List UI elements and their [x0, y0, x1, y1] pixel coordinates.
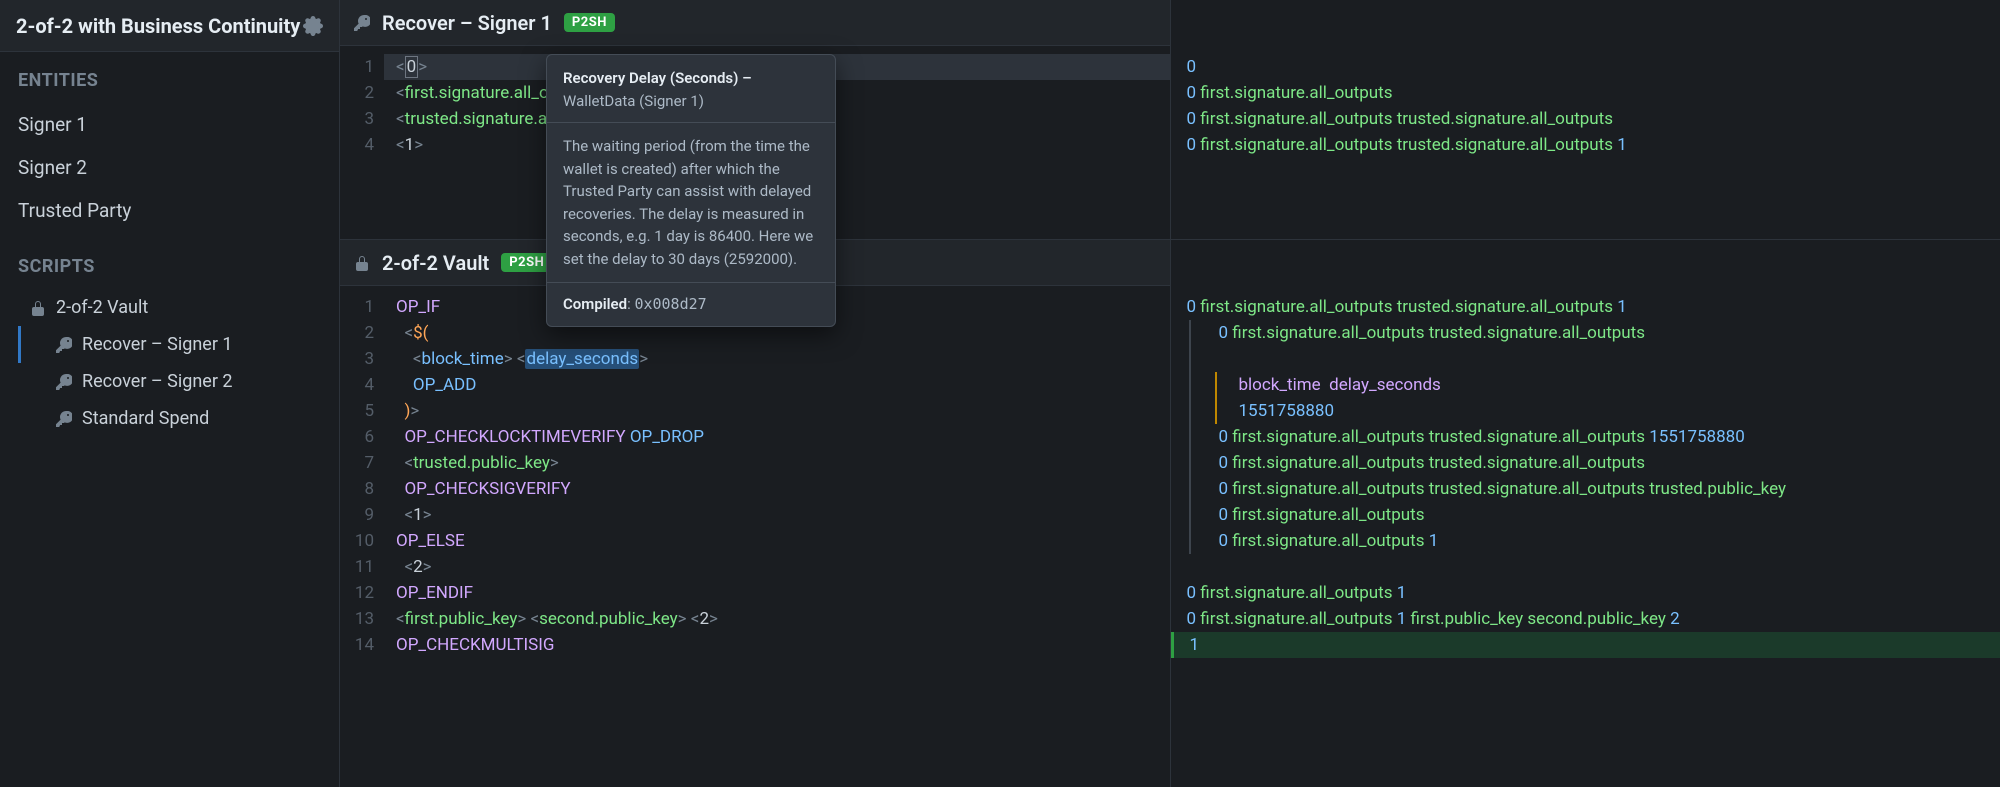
script-sub-label: Recover – Signer 2 — [82, 371, 233, 392]
app-root: 2-of-2 with Business Continuity ENTITIES… — [0, 0, 2000, 787]
top-editor-title: Recover – Signer 1 — [382, 11, 552, 35]
hover-tooltip: Recovery Delay (Seconds) – WalletData (S… — [546, 54, 836, 327]
stack-header-spacer — [1171, 0, 2000, 46]
top-stack-trace[interactable]: 00 first.signature.all_outputs0 first.si… — [1171, 46, 2000, 239]
line-gutter: 1234 — [340, 46, 384, 239]
key-icon — [56, 411, 72, 427]
script-sub-label: Standard Spend — [82, 408, 209, 429]
tooltip-footer: Compiled: 0x008d27 — [547, 283, 835, 326]
entity-signer-2[interactable]: Signer 2 — [0, 146, 339, 189]
bottom-editor[interactable]: 1234567891011121314 OP_IF <$( <block_tim… — [340, 286, 1170, 787]
tooltip-header: Recovery Delay (Seconds) – WalletData (S… — [547, 55, 835, 123]
sidebar: 2-of-2 with Business Continuity ENTITIES… — [0, 0, 340, 787]
tooltip-subtitle: WalletData (Signer 1) — [563, 92, 704, 110]
top-pane: Recover – Signer 1 P2SH 1234 <0> <first.… — [340, 0, 2000, 240]
scripts-section: SCRIPTS 2-of-2 Vault Recover – Signer 1 … — [0, 238, 339, 443]
top-stack-pane: 00 first.signature.all_outputs0 first.si… — [1171, 0, 2000, 239]
bottom-stack-trace[interactable]: 0 first.signature.all_outputs trusted.si… — [1171, 286, 2000, 787]
lock-icon — [30, 300, 46, 316]
key-icon — [56, 374, 72, 390]
script-standard-spend[interactable]: Standard Spend — [0, 400, 339, 437]
stack-header-spacer — [1171, 240, 2000, 286]
compiled-value: 0x008d27 — [634, 295, 706, 313]
script-recover-signer-2[interactable]: Recover – Signer 2 — [0, 363, 339, 400]
gear-icon[interactable] — [303, 16, 323, 36]
code-area[interactable]: OP_IF <$( <block_time> <delay_seconds> O… — [384, 286, 1170, 787]
lock-icon — [354, 255, 370, 271]
script-root-vault[interactable]: 2-of-2 Vault — [0, 289, 339, 326]
bottom-editor-title: 2-of-2 Vault — [382, 251, 489, 275]
script-root-label: 2-of-2 Vault — [56, 297, 148, 318]
bottom-stack-pane: 0 first.signature.all_outputs trusted.si… — [1171, 240, 2000, 787]
tooltip-title: Recovery Delay (Seconds) – — [563, 69, 752, 87]
sidebar-header: 2-of-2 with Business Continuity — [0, 0, 339, 52]
key-icon — [354, 15, 370, 31]
line-gutter: 1234567891011121314 — [340, 286, 384, 787]
tooltip-body: The waiting period (from the time the wa… — [547, 123, 835, 283]
main-area: Recover – Signer 1 P2SH 1234 <0> <first.… — [340, 0, 2000, 787]
entity-trusted-party[interactable]: Trusted Party — [0, 189, 339, 232]
compiled-label: Compiled — [563, 295, 627, 313]
scripts-header: SCRIPTS — [0, 256, 339, 289]
top-editor-header: Recover – Signer 1 P2SH — [340, 0, 1170, 46]
script-recover-signer-1[interactable]: Recover – Signer 1 — [0, 326, 339, 363]
entity-signer-1[interactable]: Signer 1 — [0, 103, 339, 146]
p2sh-badge: P2SH — [564, 13, 615, 32]
script-sub-label: Recover – Signer 1 — [82, 334, 233, 355]
entities-header: ENTITIES — [0, 70, 339, 103]
entities-section: ENTITIES Signer 1 Signer 2 Trusted Party — [0, 52, 339, 238]
p2sh-badge: P2SH — [501, 253, 552, 272]
key-icon — [56, 337, 72, 353]
top-editor-pane: Recover – Signer 1 P2SH 1234 <0> <first.… — [340, 0, 1171, 239]
project-title: 2-of-2 with Business Continuity — [16, 14, 300, 38]
